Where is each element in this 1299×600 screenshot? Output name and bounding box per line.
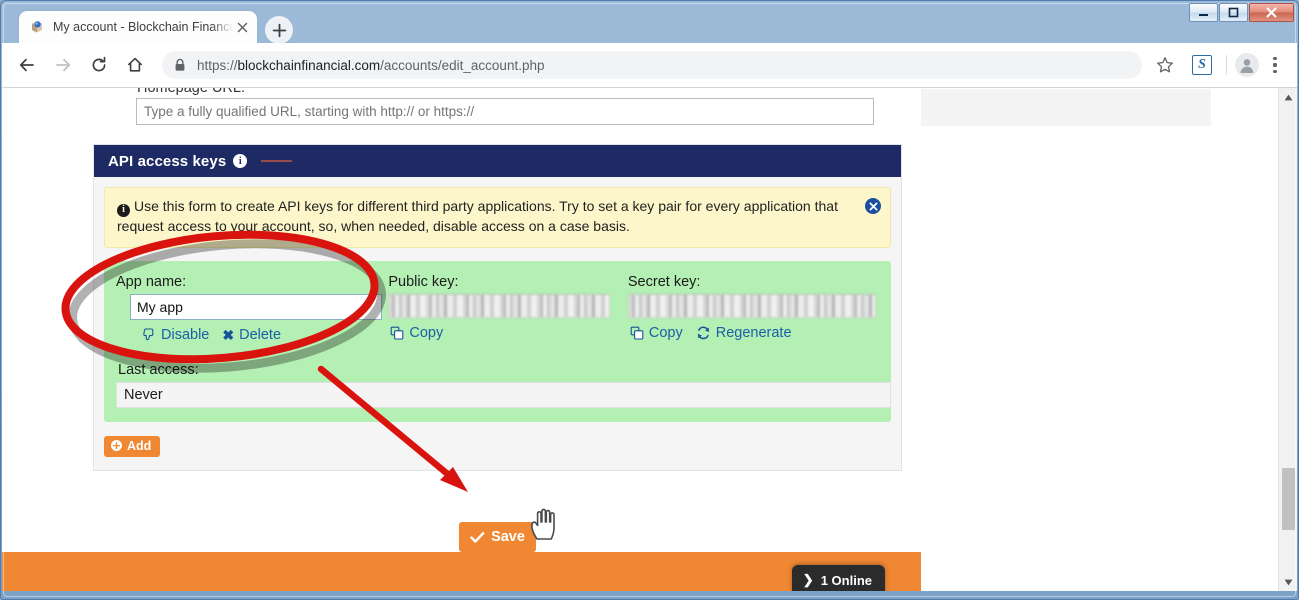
add-label: Add bbox=[127, 439, 151, 453]
url-scheme: https:// bbox=[197, 58, 238, 73]
app-name-column: App name: Disable ✖ Delete bbox=[116, 274, 388, 344]
key-columns: App name: Disable ✖ Delete bbox=[116, 274, 879, 344]
add-key-button[interactable]: + Add bbox=[104, 436, 160, 457]
homepage-url-label: Homepage URL: bbox=[137, 88, 245, 96]
app-actions: Disable ✖ Delete bbox=[142, 327, 388, 344]
alert-info-icon: i bbox=[117, 204, 130, 217]
check-icon bbox=[470, 531, 485, 544]
thumbs-down-icon bbox=[142, 328, 156, 342]
save-label: Save bbox=[491, 529, 525, 545]
regenerate-label: Regenerate bbox=[716, 325, 792, 341]
panel-title: API access keys bbox=[108, 153, 226, 170]
refresh-icon bbox=[696, 326, 711, 340]
url-text: https://blockchainfinancial.com/accounts… bbox=[197, 58, 544, 73]
copy-icon bbox=[390, 326, 404, 340]
info-alert: iUse this form to create API keys for di… bbox=[104, 187, 891, 248]
scroll-down-arrow[interactable] bbox=[1279, 573, 1297, 591]
copy-icon bbox=[630, 326, 644, 340]
alert-text: Use this form to create API keys for dif… bbox=[117, 198, 838, 234]
forward-icon[interactable] bbox=[48, 50, 78, 80]
copy-secret-key-link[interactable]: Copy bbox=[630, 325, 683, 341]
browser-tab[interactable]: My account - Blockchain Financia bbox=[19, 11, 257, 43]
reload-icon[interactable] bbox=[84, 50, 114, 80]
copy-secret-label: Copy bbox=[649, 325, 683, 341]
browser-window: My account - Blockchain Financia bbox=[0, 0, 1299, 600]
last-access-row: Last access: Never bbox=[116, 362, 879, 408]
copy-public-key-link[interactable]: Copy bbox=[390, 325, 443, 341]
page-viewport: Homepage URL: API access keys i iUse thi… bbox=[2, 88, 1297, 591]
site-favicon-icon bbox=[29, 19, 45, 35]
extension-icon[interactable]: S bbox=[1192, 55, 1212, 75]
chat-online-widget[interactable]: ❯ 1 Online bbox=[792, 565, 885, 591]
homepage-url-input[interactable] bbox=[136, 98, 874, 125]
disable-label: Disable bbox=[161, 327, 209, 343]
tab-title: My account - Blockchain Financia bbox=[53, 20, 233, 34]
toolbar-right: S bbox=[1150, 50, 1287, 80]
new-tab-button[interactable] bbox=[265, 16, 293, 44]
scroll-up-arrow[interactable] bbox=[1279, 88, 1297, 106]
disable-link[interactable]: Disable bbox=[142, 327, 209, 343]
alert-close-icon[interactable] bbox=[865, 198, 881, 214]
page-body: Homepage URL: API access keys i iUse thi… bbox=[2, 88, 1278, 591]
window-controls bbox=[1189, 3, 1294, 22]
api-key-row: App name: Disable ✖ Delete bbox=[104, 261, 891, 422]
back-icon[interactable] bbox=[12, 50, 42, 80]
secret-key-actions: Copy Reg bbox=[630, 325, 879, 341]
api-access-keys-panel: API access keys i iUse this form to crea… bbox=[93, 144, 902, 471]
secret-key-label: Secret key: bbox=[628, 274, 879, 290]
info-icon[interactable]: i bbox=[233, 154, 247, 168]
public-key-actions: Copy bbox=[390, 325, 628, 341]
secret-key-column: Secret key: Copy bbox=[628, 274, 879, 344]
public-key-label: Public key: bbox=[388, 274, 628, 290]
scrollbar-thumb[interactable] bbox=[1282, 468, 1295, 530]
close-window-button[interactable] bbox=[1249, 3, 1294, 22]
header-decoration-line bbox=[261, 160, 292, 163]
bookmark-star-icon[interactable] bbox=[1150, 50, 1180, 80]
last-access-label: Last access: bbox=[118, 362, 879, 378]
page-footer bbox=[2, 552, 921, 591]
public-key-column: Public key: Copy bbox=[388, 274, 628, 344]
toolbar-separator bbox=[1226, 55, 1227, 75]
browser-menu-icon[interactable] bbox=[1263, 51, 1287, 79]
plus-icon: + bbox=[111, 440, 122, 451]
chevron-right-icon: ❯ bbox=[803, 572, 814, 588]
app-name-label: App name: bbox=[116, 274, 388, 290]
tab-close-icon[interactable] bbox=[233, 18, 251, 36]
x-icon: ✖ bbox=[222, 327, 234, 344]
url-path: /accounts/edit_account.php bbox=[380, 58, 544, 73]
delete-label: Delete bbox=[239, 327, 281, 343]
save-button[interactable]: Save bbox=[459, 522, 536, 552]
right-gray-panel bbox=[921, 89, 1211, 126]
chat-online-label: 1 Online bbox=[821, 573, 872, 588]
profile-avatar-icon[interactable] bbox=[1235, 53, 1259, 77]
address-bar[interactable]: https://blockchainfinancial.com/accounts… bbox=[162, 51, 1142, 79]
app-name-input[interactable] bbox=[130, 294, 382, 320]
vertical-scrollbar[interactable] bbox=[1278, 88, 1297, 591]
home-icon[interactable] bbox=[120, 50, 150, 80]
browser-toolbar: https://blockchainfinancial.com/accounts… bbox=[2, 43, 1297, 88]
tab-strip: My account - Blockchain Financia bbox=[1, 1, 1298, 43]
maximize-button[interactable] bbox=[1219, 3, 1248, 22]
lock-icon bbox=[174, 58, 188, 72]
copy-public-label: Copy bbox=[409, 325, 443, 341]
public-key-value-redacted[interactable] bbox=[388, 294, 610, 318]
minimize-button[interactable] bbox=[1189, 3, 1218, 22]
panel-header: API access keys i bbox=[94, 145, 901, 177]
url-domain: blockchainfinancial.com bbox=[238, 58, 381, 73]
last-access-value: Never bbox=[116, 382, 891, 408]
regenerate-link[interactable]: Regenerate bbox=[696, 325, 792, 341]
secret-key-value-redacted[interactable] bbox=[628, 294, 876, 318]
delete-link[interactable]: ✖ Delete bbox=[222, 327, 281, 344]
